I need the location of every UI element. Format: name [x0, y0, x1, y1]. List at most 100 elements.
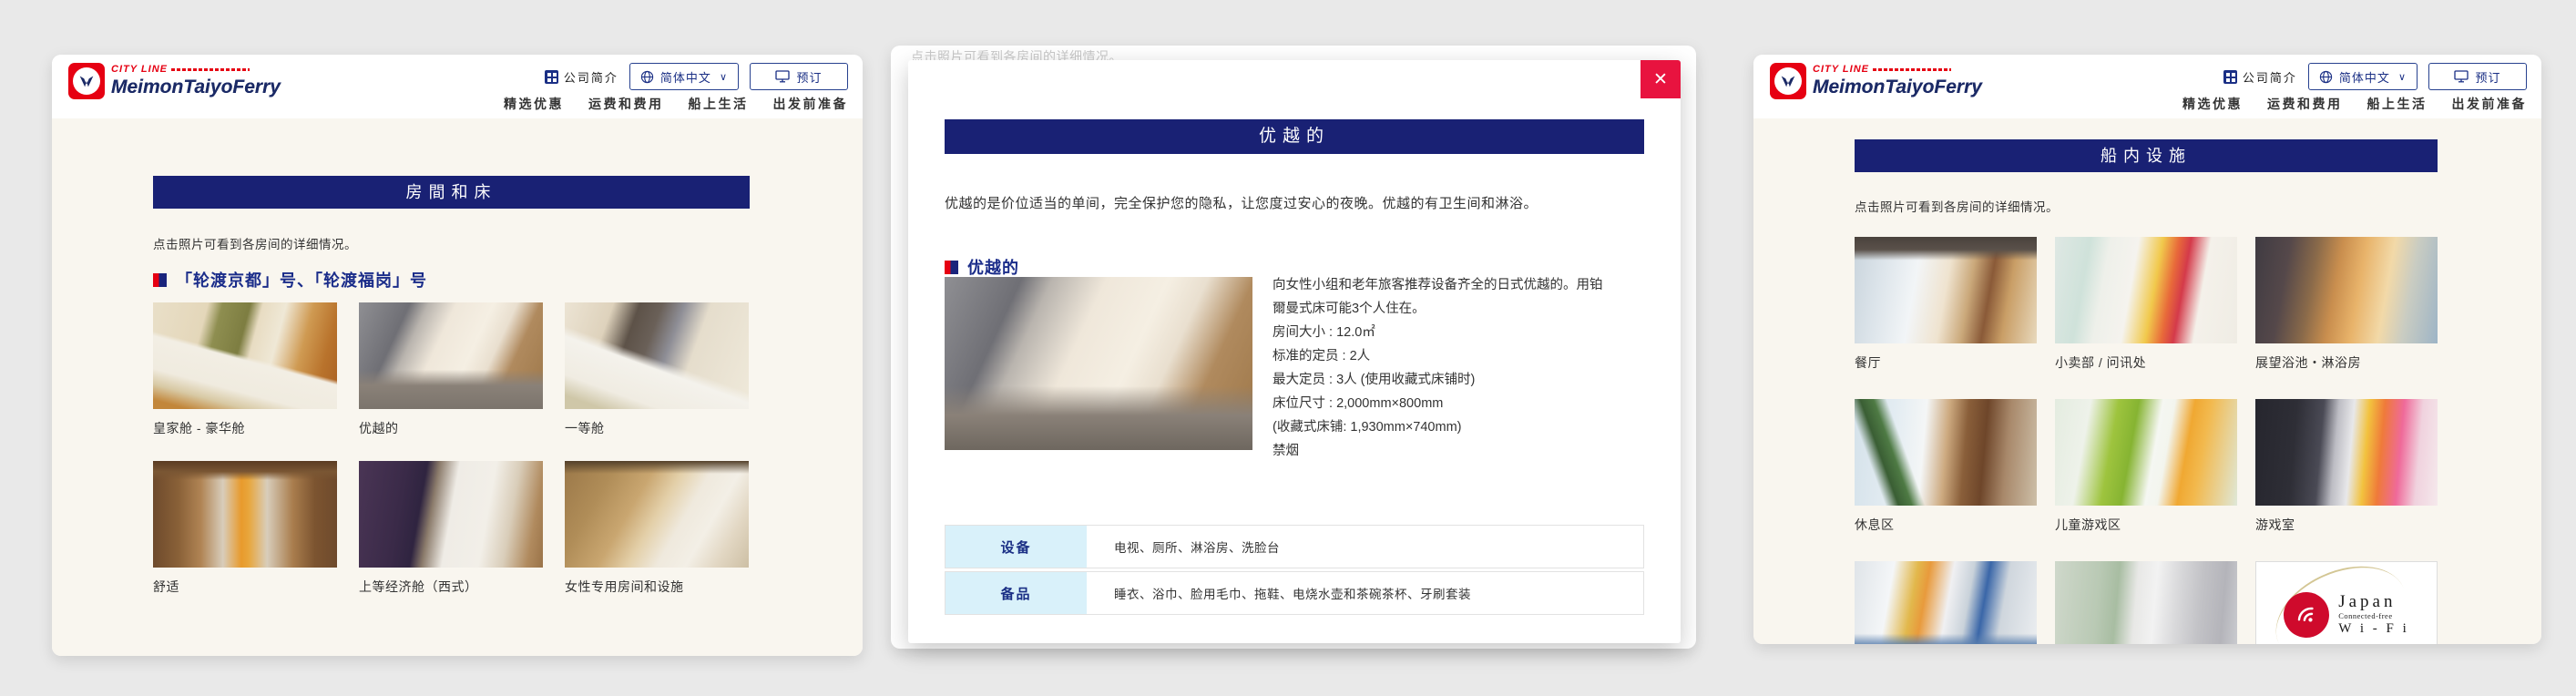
- grid-icon: [2223, 70, 2237, 84]
- logo-tagline: CITY LINE: [1813, 65, 1869, 75]
- gallery-item: Japan Connected-free W i - F i ®: [2255, 561, 2438, 644]
- wifi-word-wifi: W i - F i: [2338, 621, 2409, 637]
- window-onboard-facilities: CITY LINE MeimonTaiyoFerry 公司简介 简体中文 ∨ 预…: [1753, 55, 2541, 644]
- modal-heading-text: 优越的: [967, 255, 1019, 279]
- photo-first-class-cabin[interactable]: [565, 302, 749, 409]
- nav-item-before-departure[interactable]: 出发前准备: [773, 95, 849, 113]
- logo-wave-decoration: [1873, 68, 1951, 71]
- room-detail-intro: 向女性小组和老年旅客推荐设备齐全的日式优越的。用铂爾曼式床可能3个人住在。: [1273, 273, 1611, 321]
- room-gallery: 皇家舱 - 豪华舱 优越的 一等舱 舒适 上等经济舱（西式）: [153, 302, 749, 596]
- language-selector[interactable]: 简体中文 ∨: [629, 63, 739, 90]
- photo-superior-cabin[interactable]: [359, 302, 543, 409]
- photo-tourist-western-cabin[interactable]: [359, 461, 543, 568]
- grid-icon: [545, 70, 558, 84]
- max-capacity-line: 最大定员 : 3人 (使用收藏式床铺时): [1273, 368, 1611, 392]
- close-icon[interactable]: ✕: [1641, 60, 1681, 98]
- photo-royal-deluxe-cabin[interactable]: [153, 302, 337, 409]
- gallery-item: 优越的: [359, 302, 543, 437]
- folding-bed-size-line: (收藏式床铺: 1,930mm×740mm): [1273, 415, 1611, 439]
- room-detail-text: 向女性小组和老年旅客推荐设备齐全的日式优越的。用铂爾曼式床可能3个人住在。 房间…: [1273, 273, 1611, 463]
- nav-item-fares[interactable]: 运费和费用: [2267, 95, 2343, 113]
- photo-caption: 小卖部 / 问讯处: [2055, 353, 2237, 372]
- window-room-detail: 点击照片可看到各房间的详细情况。 ✕ 优越的 优越的是价位适当的单间，完全保护您…: [891, 46, 1696, 649]
- globe-icon: [640, 70, 654, 84]
- photo-vending-machines[interactable]: [1855, 561, 2037, 644]
- company-logo[interactable]: CITY LINE MeimonTaiyoFerry: [1770, 63, 1982, 99]
- language-selector[interactable]: 简体中文 ∨: [2308, 63, 2418, 90]
- photo-caption: 女性专用房间和设施: [565, 578, 749, 596]
- photo-comfort-cabin[interactable]: [153, 461, 337, 568]
- table-row-label: 备品: [946, 572, 1087, 614]
- nav-item-onboard-life[interactable]: 船上生活: [2367, 95, 2428, 113]
- page-title-banner: 船内设施: [1855, 139, 2438, 172]
- modal-section-heading: 优越的: [945, 255, 1019, 279]
- wifi-logo-text: Japan Connected-free W i - F i: [2338, 592, 2409, 637]
- photo-caption: 一等舱: [565, 419, 749, 437]
- modal-title-banner: 优越的: [945, 119, 1644, 154]
- main-nav: 精选优惠 运费和费用 船上生活 出发前准备: [504, 95, 848, 113]
- photo-game-room[interactable]: [2255, 399, 2438, 506]
- nav-item-fares[interactable]: 运费和费用: [588, 95, 664, 113]
- company-intro-link[interactable]: 公司简介: [545, 68, 618, 86]
- desktop-background: CITY LINE MeimonTaiyoFerry 公司简介 简体中文 ∨ 预…: [0, 0, 2576, 696]
- utility-bar: 公司简介 简体中文 ∨ 预订: [545, 63, 848, 90]
- gallery-item: 小卖部 / 问讯处: [2055, 237, 2237, 372]
- site-header: CITY LINE MeimonTaiyoFerry 公司简介 简体中文 ∨ 预…: [1753, 55, 2541, 118]
- monitor-icon: [775, 70, 790, 83]
- logo-tagline: CITY LINE: [111, 65, 168, 75]
- booking-label: 预订: [2475, 68, 2500, 86]
- chevron-down-icon: ∨: [2398, 71, 2407, 83]
- photo-women-only-facilities[interactable]: [565, 461, 749, 568]
- company-intro-label: 公司简介: [564, 68, 618, 86]
- photo-restaurant[interactable]: [1855, 237, 2037, 343]
- photo-observation-bath-shower[interactable]: [2255, 237, 2438, 343]
- photo-caption: 展望浴池・淋浴房: [2255, 353, 2438, 372]
- table-row: 设备 电视、厕所、淋浴房、洗脸台: [945, 525, 1644, 568]
- heading-bullet-icon: [153, 273, 167, 287]
- photo-rest-area[interactable]: [1855, 399, 2037, 506]
- logo-mark-icon: [1770, 63, 1806, 99]
- logo-wave-decoration: [171, 68, 250, 71]
- nav-item-before-departure[interactable]: 出发前准备: [2452, 95, 2528, 113]
- photo-caption: 舒适: [153, 578, 337, 596]
- page-title-banner: 房間和床: [153, 176, 750, 209]
- photo-caption: 儿童游戏区: [2055, 516, 2237, 534]
- nav-item-onboard-life[interactable]: 船上生活: [689, 95, 749, 113]
- gallery-item: 上等经济舱（西式）: [359, 461, 543, 596]
- wifi-word-connected: Connected-free: [2338, 612, 2409, 621]
- photo-japan-wifi-logo[interactable]: Japan Connected-free W i - F i ®: [2255, 561, 2438, 644]
- nav-item-deals[interactable]: 精选优惠: [2182, 95, 2243, 113]
- globe-icon: [2319, 70, 2333, 84]
- logo-brand: MeimonTaiyoFerry: [111, 77, 281, 97]
- intro-text: 点击照片可看到各房间的详细情况。: [153, 234, 357, 252]
- booking-button[interactable]: 预订: [2428, 63, 2527, 90]
- facility-gallery: 餐厅 小卖部 / 问讯处 展望浴池・淋浴房 休息区 儿童游戏区: [1855, 237, 2438, 644]
- utility-bar: 公司简介 简体中文 ∨ 预订: [2223, 63, 2527, 90]
- gallery-item: 展望浴池・淋浴房: [2255, 237, 2438, 372]
- gallery-item: 一等舱: [565, 302, 749, 437]
- chevron-down-icon: ∨: [720, 71, 728, 83]
- table-row-value: 电视、厕所、淋浴房、洗脸台: [1087, 526, 1643, 568]
- photo-caption: 餐厅: [1855, 353, 2037, 372]
- amenities-table: 设备 电视、厕所、淋浴房、洗脸台 备品 睡衣、浴巾、脸用毛巾、拖鞋、电烧水壶和茶…: [945, 525, 1644, 618]
- photo-superior-cabin-large: [945, 277, 1252, 450]
- intro-text: 点击照片可看到各房间的详细情况。: [1855, 197, 2059, 215]
- ship-names-text: 「轮渡京都」号、「轮渡福岗」号: [176, 268, 427, 292]
- rooms-content: 房間和床 点击照片可看到各房间的详细情况。 「轮渡京都」号、「轮渡福岗」号 皇家…: [52, 118, 863, 656]
- company-intro-link[interactable]: 公司简介: [2223, 68, 2297, 86]
- company-logo[interactable]: CITY LINE MeimonTaiyoFerry: [68, 63, 281, 99]
- booking-button[interactable]: 预订: [750, 63, 848, 90]
- photo-caption: 游戏室: [2255, 516, 2438, 534]
- photo-shop-information[interactable]: [2055, 237, 2237, 343]
- gallery-item: [1855, 561, 2037, 644]
- facilities-content: 船内设施 点击照片可看到各房间的详细情况。 餐厅 小卖部 / 问讯处 展望浴池・…: [1753, 118, 2541, 644]
- photo-caption: 上等经济舱（西式）: [359, 578, 543, 596]
- photo-kids-play-area[interactable]: [2055, 399, 2237, 506]
- bed-size-line: 床位尺寸 : 2,000mm×800mm: [1273, 392, 1611, 415]
- ship-names-heading: 「轮渡京都」号、「轮渡福岗」号: [153, 268, 427, 292]
- photo-caption: 休息区: [1855, 516, 2037, 534]
- gallery-item: 皇家舱 - 豪华舱: [153, 302, 337, 437]
- nav-item-deals[interactable]: 精选优惠: [504, 95, 564, 113]
- site-header: CITY LINE MeimonTaiyoFerry 公司简介 简体中文 ∨ 预…: [52, 55, 863, 118]
- photo-lockers[interactable]: [2055, 561, 2237, 644]
